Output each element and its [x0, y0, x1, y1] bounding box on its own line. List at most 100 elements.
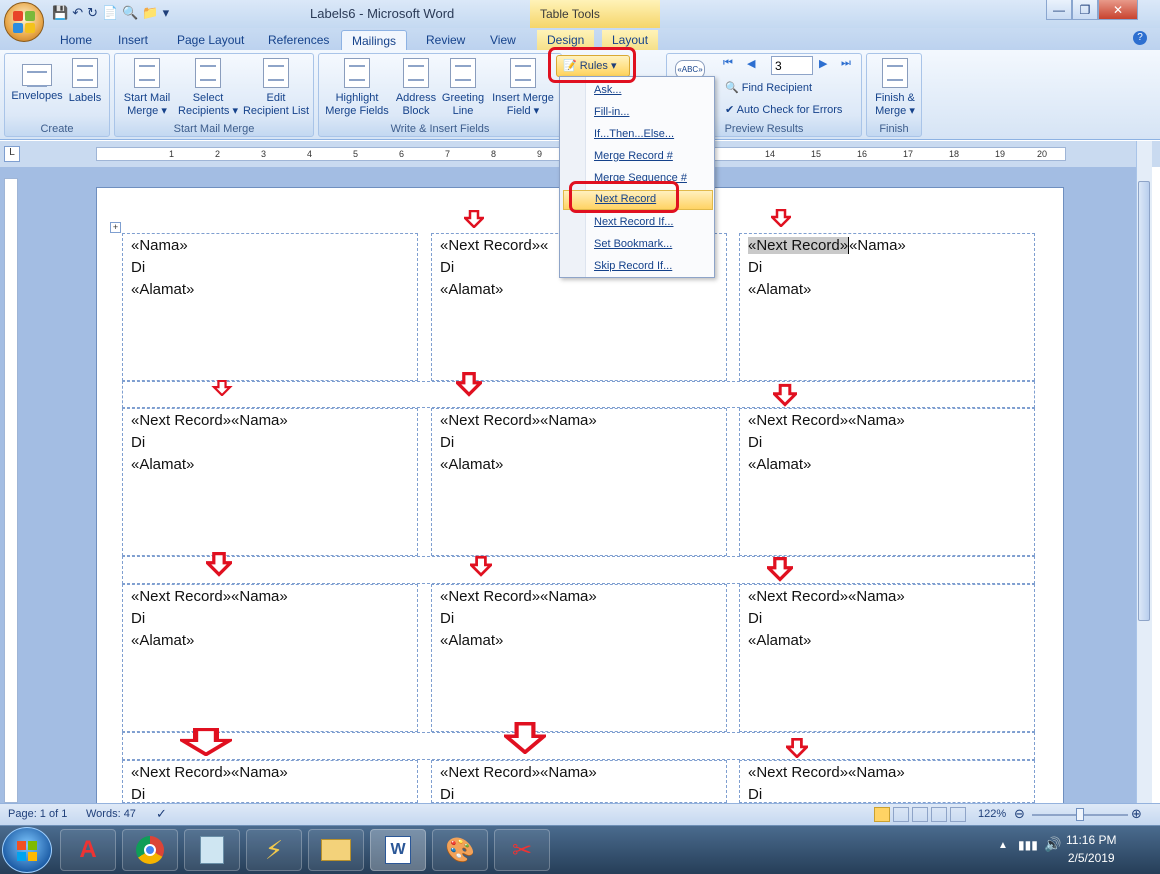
label-cell[interactable]: «Next Record»«Nama» Di «Alamat»: [431, 408, 727, 556]
labels-button[interactable]: Labels: [65, 58, 105, 105]
label-cell[interactable]: «Next Record»«Nama» Di: [122, 760, 418, 803]
zoom-slider-thumb[interactable]: [1076, 808, 1084, 821]
rules-menu: Ask... Fill-in... If...Then...Else... Me…: [559, 76, 715, 278]
envelopes-button[interactable]: Envelopes: [9, 58, 65, 103]
menu-item-ask[interactable]: Ask...: [594, 84, 622, 96]
outline-icon[interactable]: [931, 807, 947, 822]
tab-selector-icon[interactable]: L: [4, 146, 20, 162]
selected-field: «Next Record»: [748, 237, 849, 254]
down-arrow-annotation-icon: [206, 551, 232, 577]
down-arrow-annotation-icon: [504, 722, 546, 754]
explorer-taskbar-icon[interactable]: [308, 829, 364, 871]
open-folder-icon[interactable]: 📁: [142, 5, 158, 23]
tab-mailings[interactable]: Mailings: [341, 30, 408, 50]
next-record-highlight-ring: [569, 181, 679, 213]
chrome-taskbar-icon[interactable]: [122, 829, 178, 871]
undo-icon[interactable]: ↶: [72, 5, 83, 23]
down-arrow-annotation-icon: [767, 556, 793, 582]
close-button[interactable]: ✕: [1098, 0, 1138, 20]
label-cell[interactable]: «Next Record»«Nama» Di «Alamat»: [739, 584, 1035, 732]
previous-record-icon[interactable]: ◀: [747, 57, 763, 73]
new-document-icon[interactable]: 📄: [102, 5, 118, 23]
app-a-taskbar-icon[interactable]: A: [60, 829, 116, 871]
group-write-insert-fields: Highlight Merge Fields Address Block Gre…: [318, 53, 562, 137]
vertical-ruler[interactable]: [4, 178, 18, 803]
down-arrow-annotation-icon: [211, 380, 233, 396]
paint-taskbar-icon[interactable]: 🎨: [432, 829, 488, 871]
select-recipients-label-2: Recipients ▾: [178, 105, 238, 117]
show-hidden-icons-icon[interactable]: ▲: [998, 840, 1008, 851]
vertical-scrollbar[interactable]: [1136, 141, 1152, 803]
restore-button[interactable]: ❐: [1072, 0, 1098, 20]
save-icon[interactable]: 💾: [52, 5, 68, 23]
help-icon[interactable]: ?: [1133, 31, 1147, 45]
menu-item-skip-record-if[interactable]: Skip Record If...: [594, 260, 672, 272]
start-mail-merge-button[interactable]: Start Mail Merge ▾: [117, 58, 177, 118]
find-recipient-button[interactable]: 🔍 Find Recipient: [725, 81, 812, 94]
tab-view[interactable]: View: [480, 30, 526, 50]
draft-icon[interactable]: [950, 807, 966, 822]
menu-item-set-bookmark[interactable]: Set Bookmark...: [594, 238, 672, 250]
tab-review[interactable]: Review: [416, 30, 475, 50]
label-cell[interactable]: «Next Record»«Nama» Di «Alamat»: [122, 584, 418, 732]
menu-item-if-then-else[interactable]: If...Then...Else...: [594, 128, 674, 140]
last-record-icon[interactable]: ⏭: [841, 57, 857, 73]
edit-recipient-list-button[interactable]: Edit Recipient List: [239, 58, 313, 118]
highlight-merge-fields-button[interactable]: Highlight Merge Fields: [321, 58, 393, 118]
tab-references[interactable]: References: [258, 30, 339, 50]
minimize-button[interactable]: —: [1046, 0, 1072, 20]
app-bolt-taskbar-icon[interactable]: ⚡: [246, 829, 302, 871]
proofing-icon[interactable]: ✓: [156, 806, 167, 822]
print-layout-icon[interactable]: [874, 807, 890, 822]
full-screen-reading-icon[interactable]: [893, 807, 909, 822]
record-number-field[interactable]: 3: [771, 56, 813, 75]
customize-qat-icon[interactable]: ▾: [163, 5, 170, 23]
volume-icon[interactable]: 🔊: [1044, 836, 1061, 853]
insert-merge-field-label-2: Field ▾: [506, 105, 540, 117]
label-cell[interactable]: «Next Record»«Nama» Di: [739, 760, 1035, 803]
address-block-button[interactable]: Address Block: [393, 58, 439, 118]
network-icon[interactable]: ▮▮▮: [1018, 838, 1038, 852]
notepad-taskbar-icon[interactable]: [184, 829, 240, 871]
office-logo-icon: [13, 11, 35, 33]
label-cell[interactable]: «Next Record»«Nama» Di: [431, 760, 727, 803]
page-count[interactable]: Page: 1 of 1: [8, 808, 67, 820]
menu-item-fill-in[interactable]: Fill-in...: [594, 106, 629, 118]
finish-merge-button[interactable]: Finish & Merge ▾: [869, 58, 921, 118]
redo-icon[interactable]: ↻: [87, 5, 98, 23]
scroll-thumb[interactable]: [1138, 181, 1150, 621]
system-clock[interactable]: 11:16 PM 2/5/2019: [1066, 831, 1116, 867]
zoom-in-icon[interactable]: ⊕: [1131, 806, 1142, 822]
select-recipients-button[interactable]: Select Recipients ▾: [175, 58, 241, 118]
next-record-icon[interactable]: ▶: [819, 57, 835, 73]
greeting-line-button[interactable]: Greeting Line: [439, 58, 487, 118]
web-layout-icon[interactable]: [912, 807, 928, 822]
spacer-row: [122, 556, 1035, 584]
label-cell[interactable]: «Next Record»«Nama» Di «Alamat»: [122, 408, 418, 556]
snipping-tool-taskbar-icon[interactable]: ✂: [494, 829, 550, 871]
label-cell[interactable]: «Next Record»«Nama» Di «Alamat»: [431, 584, 727, 732]
menu-item-next-record-if[interactable]: Next Record If...: [594, 216, 673, 228]
start-button[interactable]: [2, 827, 52, 873]
print-preview-icon[interactable]: 🔍: [122, 5, 138, 23]
word-taskbar-icon[interactable]: W: [370, 829, 426, 871]
auto-check-errors-button[interactable]: ✔ Auto Check for Errors: [725, 103, 842, 116]
word-count[interactable]: Words: 47: [86, 808, 136, 820]
tab-home[interactable]: Home: [50, 30, 102, 50]
down-arrow-annotation-icon: [464, 210, 484, 228]
tab-insert[interactable]: Insert: [108, 30, 158, 50]
zoom-level[interactable]: 122%: [978, 808, 1006, 820]
first-record-icon[interactable]: ⏮: [723, 57, 739, 73]
office-button[interactable]: [4, 2, 44, 42]
table-move-handle-icon[interactable]: +: [110, 222, 121, 233]
view-buttons: [874, 807, 970, 822]
tab-page-layout[interactable]: Page Layout: [167, 30, 254, 50]
label-cell[interactable]: «Next Record»«Nama» Di «Alamat»: [739, 233, 1035, 381]
finish-merge-label-2: Merge ▾: [875, 105, 915, 117]
label-cell[interactable]: «Next Record»«Nama» Di «Alamat»: [739, 408, 1035, 556]
menu-item-merge-record[interactable]: Merge Record #: [594, 150, 673, 162]
zoom-out-icon[interactable]: ⊖: [1014, 806, 1025, 822]
down-arrow-annotation-icon: [773, 383, 797, 407]
label-cell[interactable]: «Nama» Di «Alamat»: [122, 233, 418, 381]
start-merge-icon: [134, 58, 160, 88]
